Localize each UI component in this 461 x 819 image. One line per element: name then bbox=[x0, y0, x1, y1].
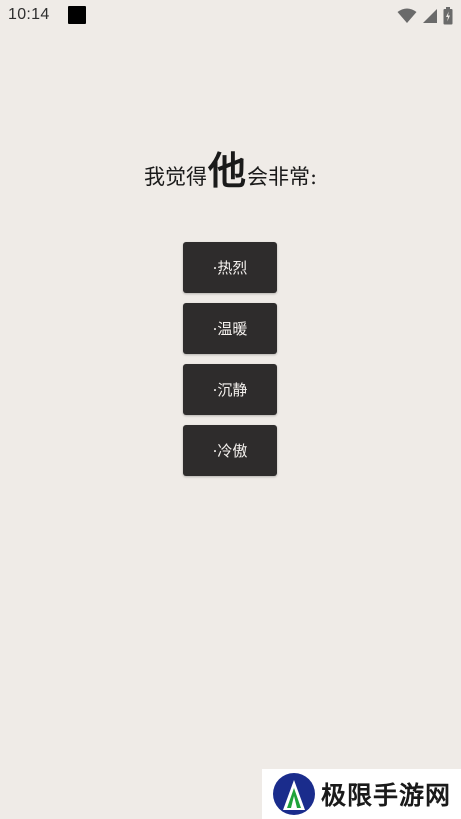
question-heading: 我觉得他会非常: bbox=[0, 140, 461, 195]
battery-icon bbox=[443, 7, 453, 25]
options-list: ·热烈 ·温暖 ·沉静 ·冷傲 bbox=[183, 242, 277, 486]
question-suffix: 会非常: bbox=[246, 165, 318, 189]
watermark-text: 极限手游网 bbox=[321, 781, 452, 810]
site-logo-icon bbox=[273, 773, 315, 815]
option-button-cold[interactable]: ·冷傲 bbox=[183, 425, 277, 476]
question-prefix: 我觉得 bbox=[143, 165, 207, 189]
option-label: ·温暖 bbox=[212, 320, 248, 338]
option-label: ·沉静 bbox=[212, 381, 248, 399]
option-button-warm[interactable]: ·温暖 bbox=[183, 303, 277, 354]
option-button-calm[interactable]: ·沉静 bbox=[183, 364, 277, 415]
notification-icon bbox=[68, 6, 86, 24]
status-bar: 10:14 bbox=[0, 0, 461, 32]
status-time: 10:14 bbox=[8, 6, 50, 23]
option-label: ·热烈 bbox=[212, 259, 248, 277]
option-button-hot[interactable]: ·热烈 bbox=[183, 242, 277, 293]
status-icons bbox=[397, 6, 453, 26]
signal-icon bbox=[423, 9, 437, 23]
option-label: ·冷傲 bbox=[212, 442, 248, 460]
question-emphasis: 他 bbox=[207, 148, 246, 193]
wifi-icon bbox=[397, 8, 417, 23]
watermark: 极限手游网 bbox=[262, 769, 461, 819]
